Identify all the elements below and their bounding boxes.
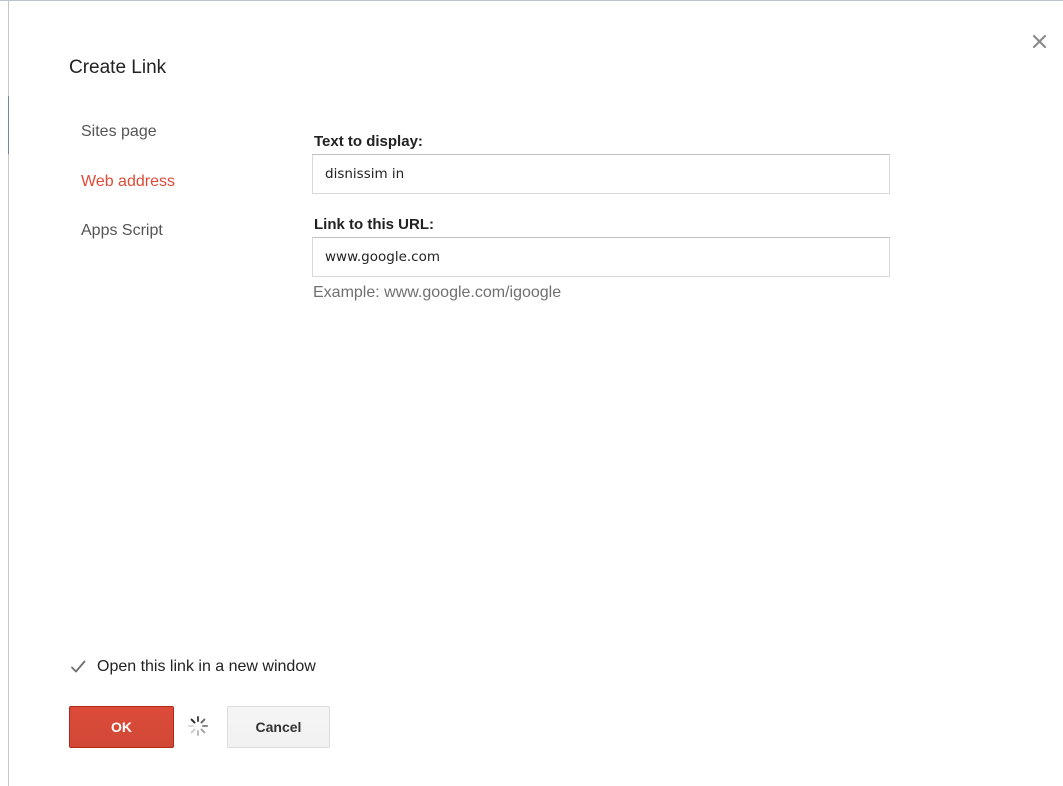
open-new-window-label: Open this link in a new window	[97, 658, 316, 675]
url-example-hint: Example: www.google.com/igoogle	[313, 284, 562, 301]
close-icon[interactable]	[1028, 30, 1052, 54]
window-top-edge	[0, 0, 1063, 1]
spinner-icon	[188, 716, 208, 736]
link-url-input[interactable]	[312, 237, 890, 277]
dialog-title: Create Link	[69, 57, 167, 78]
nav-item-sites-page[interactable]: Sites page	[81, 123, 157, 141]
create-link-dialog: Create Link Sites page Web address Apps …	[0, 0, 1063, 786]
checkmark-icon[interactable]	[70, 659, 86, 675]
window-left-edge-accent	[8, 96, 9, 154]
nav-item-apps-script[interactable]: Apps Script	[81, 222, 163, 240]
text-to-display-label: Text to display:	[314, 133, 423, 150]
nav-item-web-address[interactable]: Web address	[81, 173, 175, 191]
cancel-button[interactable]: Cancel	[227, 706, 330, 748]
text-to-display-input[interactable]	[312, 154, 890, 194]
ok-button[interactable]: OK	[69, 706, 174, 748]
link-url-label: Link to this URL:	[314, 216, 434, 233]
